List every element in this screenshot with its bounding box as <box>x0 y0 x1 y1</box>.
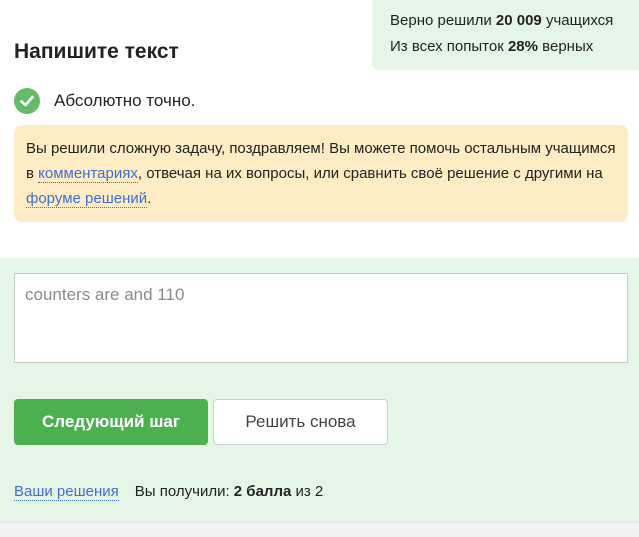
result-text: Абсолютно точно. <box>54 91 196 110</box>
task-title: Напишите текст <box>14 40 179 63</box>
solved-count: 20 009 <box>495 12 542 29</box>
stats-panel: Верно решили 20 009 учащихся Из всех поп… <box>372 0 639 70</box>
attempts-label: Из всех попыток <box>390 38 504 55</box>
answer-field[interactable]: counters are and 110 <box>14 273 628 363</box>
checkmark-icon <box>14 88 40 114</box>
attempts-suffix: верных <box>542 38 594 55</box>
bottom-divider <box>0 522 639 537</box>
solved-stat: Верно решили 20 009 учащихся <box>390 8 639 34</box>
score-value: 2 балла <box>233 483 292 500</box>
your-solutions-link[interactable]: Ваши решения <box>14 483 119 501</box>
solved-suffix: учащихся <box>545 12 614 29</box>
attempts-percent: 28% <box>507 38 538 55</box>
notice-text-2: , отвечая на их вопросы, или сравнить св… <box>137 165 603 182</box>
attempts-stat: Из всех попыток 28% верных <box>390 34 639 60</box>
score-suffix: из 2 <box>295 483 324 500</box>
retry-button[interactable]: Решить снова <box>213 399 388 445</box>
success-notice: Вы решили сложную задачу, поздравляем! В… <box>14 125 628 222</box>
next-step-button[interactable]: Следующий шаг <box>14 399 208 445</box>
score-label: Вы получили: <box>134 483 230 500</box>
notice-text-3: . <box>147 190 152 207</box>
footer-score: Ваши решения Вы получили: 2 балла из 2 <box>14 483 323 501</box>
result-status: Абсолютно точно. <box>14 88 195 114</box>
solved-label: Верно решили <box>390 12 492 29</box>
forum-link[interactable]: форуме решений <box>26 190 148 208</box>
comments-link[interactable]: комментариях <box>38 165 138 183</box>
